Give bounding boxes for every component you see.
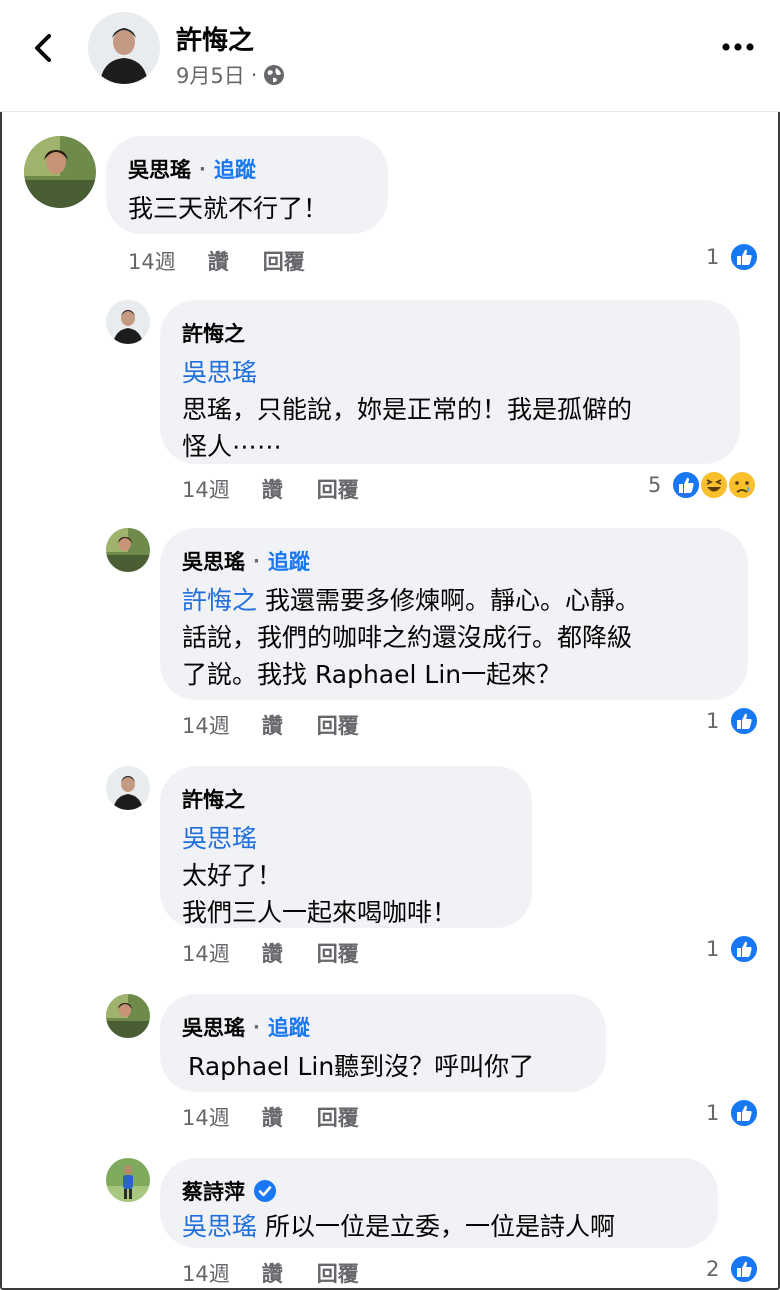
- comment-actions: 14週 讚 回覆: [182, 938, 393, 968]
- mention-link[interactable]: 吳思瑤: [182, 358, 257, 387]
- like-reaction-icon: [729, 242, 760, 272]
- comment-actions: 14週 讚 回覆: [182, 710, 393, 740]
- globe-icon: [264, 65, 285, 85]
- back-arrow-icon[interactable]: [26, 30, 62, 66]
- like-button[interactable]: 讚: [262, 1258, 283, 1288]
- reaction-count: 2: [706, 1257, 720, 1281]
- reaction-summary[interactable]: 1: [706, 1098, 760, 1128]
- comment-text: 太好了！ 我們三人一起來喝咖啡！: [182, 861, 458, 927]
- like-reaction-icon: [729, 1254, 760, 1284]
- post-header: 許悔之 9月5日 ·: [0, 0, 780, 112]
- commenter-name[interactable]: 許悔之: [182, 318, 245, 348]
- reaction-count: 1: [706, 709, 720, 733]
- commenter-name[interactable]: 許悔之: [182, 784, 245, 814]
- comment-text: Raphael Lin聽到沒？呼叫你了: [188, 1052, 535, 1081]
- follow-button[interactable]: 追蹤: [268, 546, 310, 576]
- comment-time[interactable]: 14週: [182, 938, 230, 968]
- commenter-avatar[interactable]: [106, 300, 150, 344]
- like-button[interactable]: 讚: [262, 1102, 283, 1132]
- comment-bubble: 吳思瑤 · 追蹤 Raphael Lin聽到沒？呼叫你了: [160, 994, 606, 1092]
- reaction-summary[interactable]: 1: [706, 934, 760, 964]
- commenter-name[interactable]: 吳思瑤: [182, 546, 245, 576]
- like-button[interactable]: 讚: [262, 474, 283, 504]
- like-reaction-icon: [729, 934, 760, 964]
- commenter-avatar[interactable]: [106, 528, 150, 572]
- comment-actions: 14週 讚 回覆: [128, 246, 339, 276]
- like-reaction-icon: [729, 706, 760, 736]
- comment-actions: 14週 讚 回覆: [182, 474, 393, 504]
- comment-time[interactable]: 14週: [128, 246, 176, 276]
- comment-time[interactable]: 14週: [182, 1102, 230, 1132]
- comment-time[interactable]: 14週: [182, 1258, 230, 1288]
- post-date[interactable]: 9月5日: [176, 60, 245, 90]
- commenter-avatar[interactable]: [106, 994, 150, 1038]
- like-reaction-icon: [729, 1098, 760, 1128]
- author-name[interactable]: 許悔之: [176, 20, 254, 57]
- comment-time[interactable]: 14週: [182, 710, 230, 740]
- more-options-icon[interactable]: [718, 32, 758, 62]
- comment-text: 所以一位是立委，一位是詩人啊: [257, 1212, 615, 1241]
- comment-text: 我三天就不行了！: [128, 194, 329, 223]
- meta-separator: ·: [250, 63, 258, 87]
- reaction-summary[interactable]: 1: [706, 706, 760, 736]
- post-meta: 9月5日 ·: [176, 60, 285, 90]
- comment-text: 思瑤，只能說，妳是正常的！我是孤僻的 怪人⋯⋯: [182, 395, 633, 461]
- author-avatar[interactable]: [88, 12, 160, 84]
- like-button[interactable]: 讚: [208, 246, 229, 276]
- reply-button[interactable]: 回覆: [263, 246, 305, 276]
- commenter-avatar[interactable]: [106, 766, 150, 810]
- comment-time[interactable]: 14週: [182, 474, 230, 504]
- haha-reaction-icon: [699, 470, 730, 500]
- verified-badge-icon: [254, 1180, 276, 1202]
- commenter-name[interactable]: 蔡詩萍: [182, 1176, 245, 1206]
- commenter-avatar[interactable]: [24, 136, 96, 208]
- follow-button[interactable]: 追蹤: [268, 1012, 310, 1042]
- commenter-name[interactable]: 吳思瑤: [182, 1012, 245, 1042]
- sad-reaction-icon: [727, 470, 758, 500]
- comment-bubble: 許悔之 吳思瑤 思瑤，只能說，妳是正常的！我是孤僻的 怪人⋯⋯: [160, 300, 740, 464]
- comment-text-continued: 話說，我們的咖啡之約還沒成行。都降級 了說。我找 Raphael Lin一起來？: [182, 623, 633, 689]
- mention-link[interactable]: 吳思瑤: [182, 1212, 257, 1241]
- comment-bubble: 蔡詩萍 吳思瑤 所以一位是立委，一位是詩人啊: [160, 1158, 718, 1248]
- reply-button[interactable]: 回覆: [317, 710, 359, 740]
- follow-button[interactable]: 追蹤: [214, 154, 256, 184]
- like-reaction-icon: [671, 470, 702, 500]
- commenter-avatar[interactable]: [106, 1158, 150, 1202]
- comment-actions: 14週 讚 回覆: [182, 1102, 393, 1132]
- comment-actions: 14週 讚 回覆: [182, 1258, 393, 1288]
- comment-bubble: 許悔之 吳思瑤 太好了！ 我們三人一起來喝咖啡！: [160, 766, 532, 928]
- reaction-summary[interactable]: 1: [706, 242, 760, 272]
- mention-link[interactable]: 許悔之: [182, 586, 257, 615]
- comment-text: 我還需要多修煉啊。靜心。心靜。: [257, 586, 640, 615]
- reply-button[interactable]: 回覆: [317, 474, 359, 504]
- reply-button[interactable]: 回覆: [317, 938, 359, 968]
- reply-button[interactable]: 回覆: [317, 1258, 359, 1288]
- reaction-count: 1: [706, 1101, 720, 1125]
- like-button[interactable]: 讚: [262, 710, 283, 740]
- reaction-count: 1: [706, 937, 720, 961]
- comment-bubble: 吳思瑤 · 追蹤 我三天就不行了！: [106, 136, 388, 234]
- reaction-summary[interactable]: 2: [706, 1254, 760, 1284]
- reaction-summary[interactable]: 5: [648, 470, 758, 500]
- mention-link[interactable]: 吳思瑤: [182, 824, 257, 853]
- reply-button[interactable]: 回覆: [317, 1102, 359, 1132]
- reaction-count: 1: [706, 245, 720, 269]
- comment-bubble: 吳思瑤 · 追蹤 許悔之 我還需要多修煉啊。靜心。心靜。 話說，我們的咖啡之約還…: [160, 528, 748, 700]
- commenter-name[interactable]: 吳思瑤: [128, 154, 191, 184]
- reaction-count: 5: [648, 473, 662, 497]
- like-button[interactable]: 讚: [262, 938, 283, 968]
